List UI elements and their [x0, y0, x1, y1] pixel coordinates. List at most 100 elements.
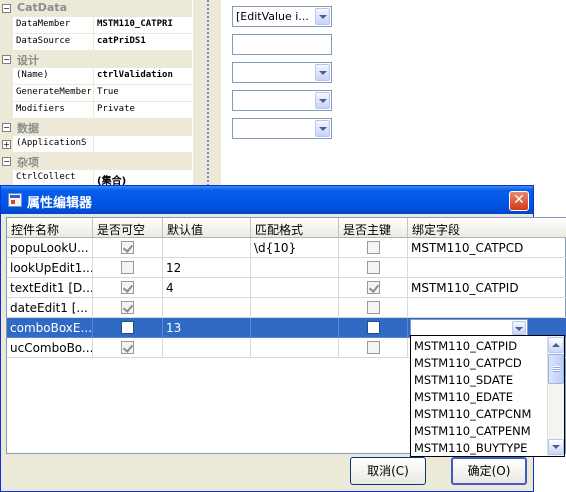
cell-nullable[interactable]: [93, 298, 163, 318]
nullable-checkbox[interactable]: [121, 301, 134, 314]
primary-key-checkbox[interactable]: [367, 301, 380, 314]
property-row[interactable]: Modifiers Private: [0, 102, 192, 119]
property-category[interactable]: − CatData: [0, 0, 192, 17]
cell-pattern[interactable]: [251, 278, 339, 298]
cell-pattern[interactable]: [251, 338, 339, 358]
cell-primary-key[interactable]: [339, 238, 408, 258]
chevron-down-icon[interactable]: [315, 8, 330, 25]
cancel-button[interactable]: 取消(C): [350, 457, 426, 485]
designer-text-box[interactable]: [232, 34, 332, 55]
column-header[interactable]: 是否可空: [93, 218, 163, 238]
dropdown-option[interactable]: MSTM110_SDATE: [412, 371, 546, 388]
property-value[interactable]: ctrlValidation: [97, 70, 192, 80]
nullable-checkbox[interactable]: [121, 261, 134, 274]
table-row[interactable]: dateEdit1 [...: [7, 298, 566, 318]
cell-default-value[interactable]: [163, 238, 251, 258]
chevron-down-icon[interactable]: [315, 64, 330, 81]
cell-primary-key[interactable]: [339, 298, 408, 318]
scroll-thumb[interactable]: [548, 354, 564, 384]
nullable-checkbox[interactable]: [121, 321, 134, 334]
chevron-down-icon[interactable]: [315, 92, 330, 109]
cell-nullable[interactable]: [93, 238, 163, 258]
designer-combo-box[interactable]: [232, 90, 332, 111]
cell-nullable[interactable]: [93, 338, 163, 358]
designer-combo-box[interactable]: [232, 118, 332, 139]
cell-pattern[interactable]: \d{10}: [251, 238, 339, 258]
primary-key-checkbox[interactable]: [367, 341, 380, 354]
nullable-checkbox[interactable]: [121, 341, 134, 354]
primary-key-checkbox[interactable]: [367, 241, 380, 254]
cell-control-name[interactable]: popuLookU...: [7, 238, 93, 258]
property-value[interactable]: MSTM110_CATPRI: [97, 19, 192, 29]
primary-key-checkbox[interactable]: [367, 281, 380, 294]
cell-primary-key[interactable]: [339, 278, 408, 298]
dropdown-option[interactable]: MSTM110_EDATE: [412, 388, 546, 405]
designer-combo-box[interactable]: [232, 62, 332, 83]
cell-pattern[interactable]: [251, 298, 339, 318]
column-header[interactable]: 默认值: [163, 218, 251, 238]
cell-control-name[interactable]: ucComboBo...: [7, 338, 93, 358]
cell-default-value[interactable]: [163, 338, 251, 358]
property-row[interactable]: + (ApplicationS: [0, 136, 192, 153]
cell-primary-key[interactable]: [339, 318, 408, 338]
cell-bound-field[interactable]: [408, 298, 566, 318]
cell-pattern[interactable]: [251, 318, 339, 338]
property-category[interactable]: − 设计: [0, 51, 192, 68]
scroll-up-icon[interactable]: [548, 337, 564, 353]
cell-default-value[interactable]: 12: [163, 258, 251, 278]
chevron-down-icon[interactable]: [315, 120, 330, 137]
collapse-icon[interactable]: −: [2, 4, 11, 13]
property-row[interactable]: (Name) ctrlValidation: [0, 68, 192, 85]
table-row[interactable]: lookUpEdit1... 12: [7, 258, 566, 278]
cell-default-value[interactable]: 4: [163, 278, 251, 298]
collapse-icon[interactable]: −: [2, 55, 11, 64]
ok-button[interactable]: 确定(O): [451, 457, 527, 485]
column-header[interactable]: 匹配格式: [251, 218, 339, 238]
collapse-icon[interactable]: −: [2, 157, 11, 166]
scroll-down-icon[interactable]: [548, 439, 564, 455]
expand-icon[interactable]: +: [2, 140, 11, 149]
dropdown-option[interactable]: MSTM110_CATPENM: [412, 422, 546, 439]
cell-nullable[interactable]: [93, 278, 163, 298]
cell-nullable[interactable]: [93, 258, 163, 278]
primary-key-checkbox[interactable]: [367, 321, 380, 334]
cell-control-name[interactable]: lookUpEdit1...: [7, 258, 93, 278]
chevron-down-icon[interactable]: [512, 321, 526, 335]
dropdown-scrollbar[interactable]: [547, 336, 564, 456]
primary-key-checkbox[interactable]: [367, 261, 380, 274]
title-bar[interactable]: 属性编辑器 ✕: [1, 186, 533, 214]
close-button[interactable]: ✕: [509, 191, 529, 211]
table-row[interactable]: textEdit1 [D... 4 MSTM110_CATPID: [7, 278, 566, 298]
cell-primary-key[interactable]: [339, 338, 408, 358]
nullable-checkbox[interactable]: [121, 281, 134, 294]
property-value[interactable]: catPriDS1: [97, 36, 192, 46]
cell-nullable[interactable]: [93, 318, 163, 338]
cell-primary-key[interactable]: [339, 258, 408, 278]
dropdown-option[interactable]: MSTM110_BUYTYPE: [412, 439, 546, 456]
table-row[interactable]: popuLookU... \d{10} MSTM110_CATPCD: [7, 238, 566, 258]
dropdown-option[interactable]: MSTM110_CATPCNM: [412, 405, 546, 422]
column-header[interactable]: 绑定字段: [408, 218, 566, 238]
cell-bound-field[interactable]: MSTM110_CATPID: [408, 278, 566, 298]
property-category[interactable]: − 数据: [0, 119, 192, 136]
cell-control-name[interactable]: dateEdit1 [...: [7, 298, 93, 318]
collapse-icon[interactable]: −: [2, 123, 11, 132]
column-header[interactable]: 是否主键: [339, 218, 408, 238]
bound-field-dropdown-list[interactable]: MSTM110_CATPID MSTM110_CATPCD MSTM110_SDAT…: [410, 335, 565, 457]
cell-default-value[interactable]: 13: [163, 318, 251, 338]
cell-control-name[interactable]: textEdit1 [D...: [7, 278, 93, 298]
property-row[interactable]: DataMember MSTM110_CATPRI: [0, 17, 192, 34]
cell-control-name[interactable]: comboBoxE...: [7, 318, 93, 338]
nullable-checkbox[interactable]: [121, 241, 134, 254]
dropdown-option[interactable]: MSTM110_CATPID: [412, 337, 546, 354]
cell-default-value[interactable]: [163, 298, 251, 318]
cell-pattern[interactable]: [251, 258, 339, 278]
cell-bound-field[interactable]: MSTM110_CATPCD: [408, 238, 566, 258]
property-row[interactable]: GenerateMember True: [0, 85, 192, 102]
column-header[interactable]: 控件名称: [7, 218, 93, 238]
property-category[interactable]: − 杂项: [0, 153, 192, 170]
property-value[interactable]: Private: [97, 104, 192, 114]
cell-bound-field[interactable]: [408, 258, 566, 278]
dropdown-option[interactable]: MSTM110_CATPCD: [412, 354, 546, 371]
designer-combo-box[interactable]: [EditValue i...: [232, 6, 332, 27]
